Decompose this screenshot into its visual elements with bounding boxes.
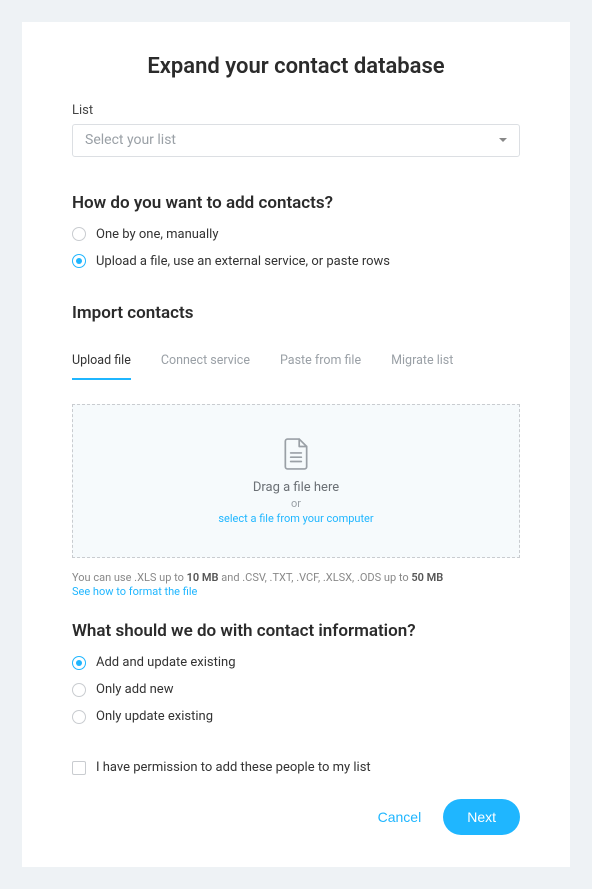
format-help-link[interactable]: See how to format the file [72, 585, 520, 598]
radio-add-update[interactable]: Add and update existing [72, 655, 520, 670]
tab-migrate-list[interactable]: Migrate list [391, 353, 453, 380]
radio-label: Only update existing [96, 709, 213, 724]
dropzone-or: or [291, 497, 301, 510]
radio-only-update[interactable]: Only update existing [72, 709, 520, 724]
radio-icon [72, 683, 86, 697]
file-dropzone[interactable]: Drag a file here or select a file from y… [72, 404, 520, 558]
radio-icon [72, 656, 86, 670]
add-method-heading: How do you want to add contacts? [72, 193, 520, 213]
import-tabs: Upload file Connect service Paste from f… [72, 353, 520, 380]
chevron-down-icon [499, 138, 507, 142]
radio-add-manual[interactable]: One by one, manually [72, 227, 520, 242]
tab-connect-service[interactable]: Connect service [161, 353, 250, 380]
radio-label: Add and update existing [96, 655, 236, 670]
cancel-button[interactable]: Cancel [378, 809, 422, 825]
file-icon [283, 438, 309, 470]
next-button[interactable]: Next [443, 799, 520, 835]
checkbox-icon [72, 761, 86, 775]
list-select-placeholder: Select your list [85, 132, 176, 148]
radio-label: Upload a file, use an external service, … [96, 254, 390, 269]
radio-icon [72, 254, 86, 268]
page-title: Expand your contact database [72, 54, 520, 79]
permission-label: I have permission to add these people to… [96, 760, 371, 775]
dropzone-select-link[interactable]: select a file from your computer [218, 512, 373, 525]
radio-upload-file[interactable]: Upload a file, use an external service, … [72, 254, 520, 269]
radio-label: Only add new [96, 682, 173, 697]
permission-checkbox-row[interactable]: I have permission to add these people to… [72, 760, 520, 775]
radio-icon [72, 227, 86, 241]
info-handling-heading: What should we do with contact informati… [72, 621, 520, 641]
dropzone-drag-text: Drag a file here [253, 480, 339, 495]
dialog-card: Expand your contact database List Select… [22, 22, 570, 867]
import-heading: Import contacts [72, 303, 520, 323]
radio-only-add[interactable]: Only add new [72, 682, 520, 697]
list-label: List [72, 103, 520, 118]
radio-label: One by one, manually [96, 227, 218, 242]
list-select[interactable]: Select your list [72, 124, 520, 157]
file-hint: You can use .XLS up to 10 MB and .CSV, .… [72, 570, 520, 585]
tab-upload-file[interactable]: Upload file [72, 353, 131, 380]
radio-icon [72, 710, 86, 724]
tab-paste-from-file[interactable]: Paste from file [280, 353, 361, 380]
dialog-actions: Cancel Next [72, 775, 520, 835]
